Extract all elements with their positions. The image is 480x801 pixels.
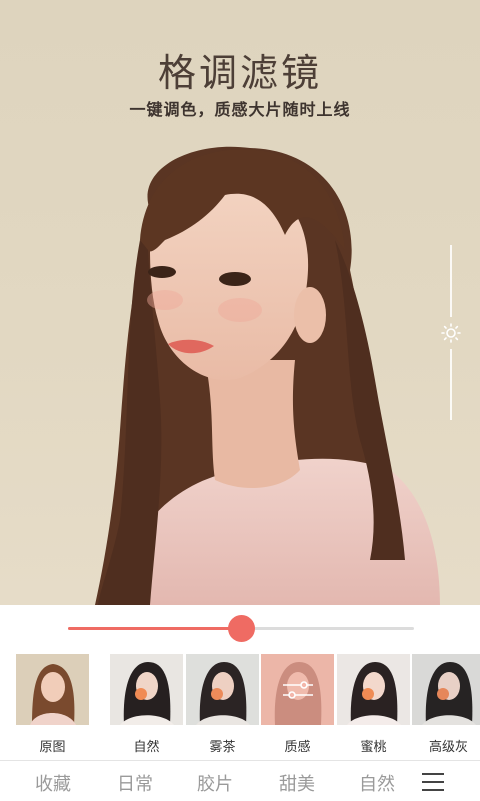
tab-favorites[interactable]: 收藏 <box>35 770 71 796</box>
banner-title: 格调滤镜 <box>157 51 322 95</box>
filter-label: 原图 <box>39 740 66 755</box>
filter-texture-selected[interactable]: 质感 <box>261 654 334 758</box>
brightness-track-lower <box>450 349 452 420</box>
filter-thumbnail <box>16 654 89 725</box>
brightness-track-upper <box>450 245 452 317</box>
filter-label: 蜜桃 <box>360 740 387 755</box>
filter-strip: 原图 自然 雾茶 质感 蜜桃 高级灰 <box>0 650 480 760</box>
filter-label: 质感 <box>284 740 311 755</box>
filter-premium-gray[interactable]: 高级灰 <box>412 654 480 758</box>
filter-thumbnail <box>261 654 334 725</box>
brightness-slider[interactable] <box>441 245 461 420</box>
slider-thumb[interactable] <box>228 615 255 642</box>
filter-label: 自然 <box>133 740 160 755</box>
filter-original[interactable]: 原图 <box>16 654 89 758</box>
tab-film[interactable]: 胶片 <box>197 770 233 796</box>
tab-natural[interactable]: 自然 <box>359 770 395 796</box>
filter-thumbnail <box>412 654 480 725</box>
slider-fill <box>68 627 241 630</box>
filter-thumbnail <box>337 654 410 725</box>
tab-sweet[interactable]: 甜美 <box>279 770 315 796</box>
filter-thumbnail <box>186 654 259 725</box>
filter-tea[interactable]: 雾茶 <box>186 654 259 758</box>
filter-label: 高级灰 <box>428 740 468 755</box>
filter-intensity-slider[interactable] <box>68 613 414 643</box>
banner-subtitle: 一键调色，质感大片随时上线 <box>129 100 351 119</box>
sun-icon[interactable] <box>441 323 461 343</box>
tab-daily[interactable]: 日常 <box>117 770 153 796</box>
photo-canvas[interactable]: 格调滤镜 一键调色，质感大片随时上线 <box>0 0 480 605</box>
filter-peach[interactable]: 蜜桃 <box>337 654 410 758</box>
menu-icon[interactable] <box>422 773 444 791</box>
category-tab-bar: 收藏 日常 胶片 甜美 自然 <box>0 760 480 801</box>
adjust-sliders-icon[interactable] <box>283 680 313 700</box>
filter-natural[interactable]: 自然 <box>110 654 183 758</box>
filter-thumbnail <box>110 654 183 725</box>
filter-label: 雾茶 <box>209 740 236 755</box>
